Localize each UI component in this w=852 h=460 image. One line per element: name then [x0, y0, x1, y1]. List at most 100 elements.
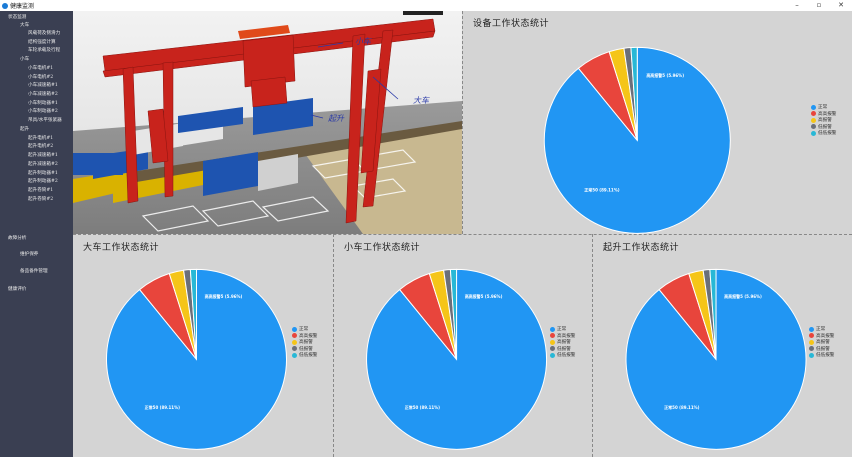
- gantry-status-legend: 正常 高高报警 高报警 低报警 低低报警: [292, 326, 317, 359]
- legend-marker-icon: [550, 326, 555, 332]
- sidebar-item[interactable]: 大车: [20, 23, 29, 29]
- legend-item[interactable]: 低低报警: [811, 130, 836, 137]
- legend-label: 正常: [816, 327, 826, 333]
- pie-data-label: 正常50 (89.11%): [145, 404, 180, 410]
- legend-label: 低报警: [557, 346, 571, 352]
- legend-marker-icon: [550, 352, 555, 358]
- sidebar-item[interactable]: 小车电机#1: [28, 66, 53, 72]
- app-icon: [2, 2, 8, 9]
- sidebar-item[interactable]: 起升制动器#2: [28, 179, 58, 185]
- pie-data-label: 高高报警5 (5.96%): [465, 293, 503, 299]
- sidebar-item[interactable]: 小车减速箱#1: [28, 83, 58, 89]
- pie-data-label: 高高报警5 (5.96%): [205, 293, 243, 299]
- legend-label: 高报警: [299, 340, 313, 346]
- scene-label-hoist: 起升: [328, 114, 344, 123]
- legend-marker-icon: [809, 333, 814, 339]
- legend-marker-icon: [809, 339, 814, 345]
- sidebar-item[interactable]: 吊具/水平张紧器: [28, 118, 62, 124]
- legend-marker-icon: [811, 130, 816, 136]
- pie-data-label: 高高报警5 (5.96%): [724, 293, 762, 299]
- legend-label: 高高报警: [557, 333, 576, 339]
- legend-label: 低报警: [299, 346, 313, 352]
- title-bar: 健康监测 – ▫ ✕: [0, 0, 852, 11]
- sidebar-item[interactable]: 维护保养: [20, 252, 38, 258]
- sidebar-item[interactable]: 起升: [20, 127, 29, 133]
- sidebar-item[interactable]: 起升减速箱#1: [28, 153, 58, 159]
- legend-marker-icon: [550, 333, 555, 339]
- crane-3d-scene[interactable]: 小车 大车 起升: [73, 11, 462, 234]
- legend-label: 高报警: [557, 340, 571, 346]
- legend-label: 高报警: [816, 340, 830, 346]
- legend-marker-icon: [292, 346, 297, 352]
- legend-label: 低低报警: [299, 353, 318, 359]
- sidebar-item[interactable]: 状态监测: [8, 15, 26, 21]
- sidebar-item[interactable]: 故障分析: [8, 236, 26, 242]
- legend-label: 高高报警: [818, 111, 837, 117]
- gantry-status-panel: 大车工作状态统计 正常50 (89.11%) 高高报警5 (5.96%) 正常 高高…: [73, 235, 333, 457]
- legend-marker-icon: [809, 326, 814, 332]
- legend-marker-icon: [550, 339, 555, 345]
- scene-label-trolley: 小车: [355, 37, 371, 46]
- sidebar-item[interactable]: 起升电机#2: [28, 144, 53, 150]
- crane-illustration: [73, 11, 462, 234]
- sidebar-item[interactable]: 起升电机#1: [28, 136, 53, 142]
- sidebar-item[interactable]: 起升减速箱#2: [28, 162, 58, 168]
- sidebar-item[interactable]: 起升卷筒#2: [28, 197, 53, 203]
- sidebar-item[interactable]: 起升卷筒#1: [28, 188, 53, 194]
- legend-marker-icon: [811, 104, 816, 110]
- legend-label: 正常: [299, 327, 309, 333]
- minimize-button[interactable]: –: [786, 0, 808, 11]
- legend-marker-icon: [809, 346, 814, 352]
- legend-label: 高高报警: [816, 333, 835, 339]
- sidebar-nav: 状态监测大车风载荷及侧滑力 结构强度计算 车轮承载及行程小车小车电机#1 小车电机#2…: [0, 11, 73, 457]
- sidebar-item[interactable]: 小车制动器#1: [28, 101, 58, 107]
- legend-marker-icon: [809, 352, 814, 358]
- sidebar-item[interactable]: 风载荷及侧滑力: [28, 31, 60, 37]
- legend-marker-icon: [550, 346, 555, 352]
- legend-item[interactable]: 低低报警: [292, 352, 317, 359]
- legend-label: 低低报警: [816, 353, 835, 359]
- legend-marker-icon: [811, 117, 816, 123]
- window-title: 健康监测: [10, 3, 35, 10]
- sidebar-item[interactable]: 备品备件管理: [20, 269, 48, 275]
- legend-label: 低报警: [818, 124, 832, 130]
- sidebar-item[interactable]: 车轮承载及行程: [28, 48, 60, 54]
- sidebar-item[interactable]: 结构强度计算: [28, 40, 56, 46]
- trolley-status-legend: 正常 高高报警 高报警 低报警 低低报警: [550, 326, 575, 359]
- sidebar-item[interactable]: 小车减速箱#2: [28, 92, 58, 98]
- hoist-status-legend: 正常 高高报警 高报警 低报警 低低报警: [809, 326, 834, 359]
- window-controls: – ▫ ✕: [786, 0, 852, 11]
- legend-marker-icon: [292, 339, 297, 345]
- trolley-status-panel: 小车工作状态统计 正常50 (89.11%) 高高报警5 (5.96%) 正常 高高…: [334, 235, 592, 457]
- pie-data-label: 正常50 (89.11%): [405, 404, 440, 410]
- device-status-pie-chart[interactable]: 正常50 (89.11%) 高高报警5 (5.96%): [463, 11, 852, 234]
- legend-marker-icon: [292, 333, 297, 339]
- legend-marker-icon: [292, 326, 297, 332]
- legend-label: 正常: [818, 105, 828, 111]
- hoist-status-panel: 起升工作状态统计 正常50 (89.11%) 高高报警5 (5.96%) 正常 高高…: [593, 235, 852, 457]
- scene-label-gantry: 大车: [413, 96, 429, 105]
- sidebar-item[interactable]: 小车制动器#2: [28, 109, 58, 115]
- pie-data-label: 正常50 (89.11%): [664, 404, 699, 410]
- close-button[interactable]: ✕: [830, 0, 852, 11]
- legend-label: 高报警: [818, 118, 832, 124]
- device-status-legend: 正常 高高报警 高报警 低报警 低低报警: [811, 104, 836, 137]
- sidebar-item[interactable]: 起升制动器#1: [28, 171, 58, 177]
- main-content: 小车 大车 起升 设备工作状态统计 正常50 (89.11%) 高高报警5 (5.…: [73, 11, 852, 457]
- sidebar-item[interactable]: 小车电机#2: [28, 75, 53, 81]
- legend-label: 低报警: [816, 346, 830, 352]
- legend-marker-icon: [292, 352, 297, 358]
- pie-data-label: 高高报警5 (5.96%): [646, 72, 684, 78]
- legend-label: 低低报警: [818, 131, 837, 137]
- legend-label: 高高报警: [299, 333, 318, 339]
- maximize-button[interactable]: ▫: [808, 0, 830, 11]
- legend-marker-icon: [811, 124, 816, 130]
- legend-item[interactable]: 低低报警: [809, 352, 834, 359]
- sidebar-item[interactable]: 小车: [20, 57, 29, 63]
- pie-data-label: 正常50 (89.11%): [584, 186, 619, 192]
- sidebar-item[interactable]: 健康评价: [8, 287, 26, 293]
- device-status-panel: 设备工作状态统计 正常50 (89.11%) 高高报警5 (5.96%) 正常 高高…: [463, 11, 852, 234]
- legend-item[interactable]: 低低报警: [550, 352, 575, 359]
- legend-label: 低低报警: [557, 353, 576, 359]
- legend-marker-icon: [811, 111, 816, 117]
